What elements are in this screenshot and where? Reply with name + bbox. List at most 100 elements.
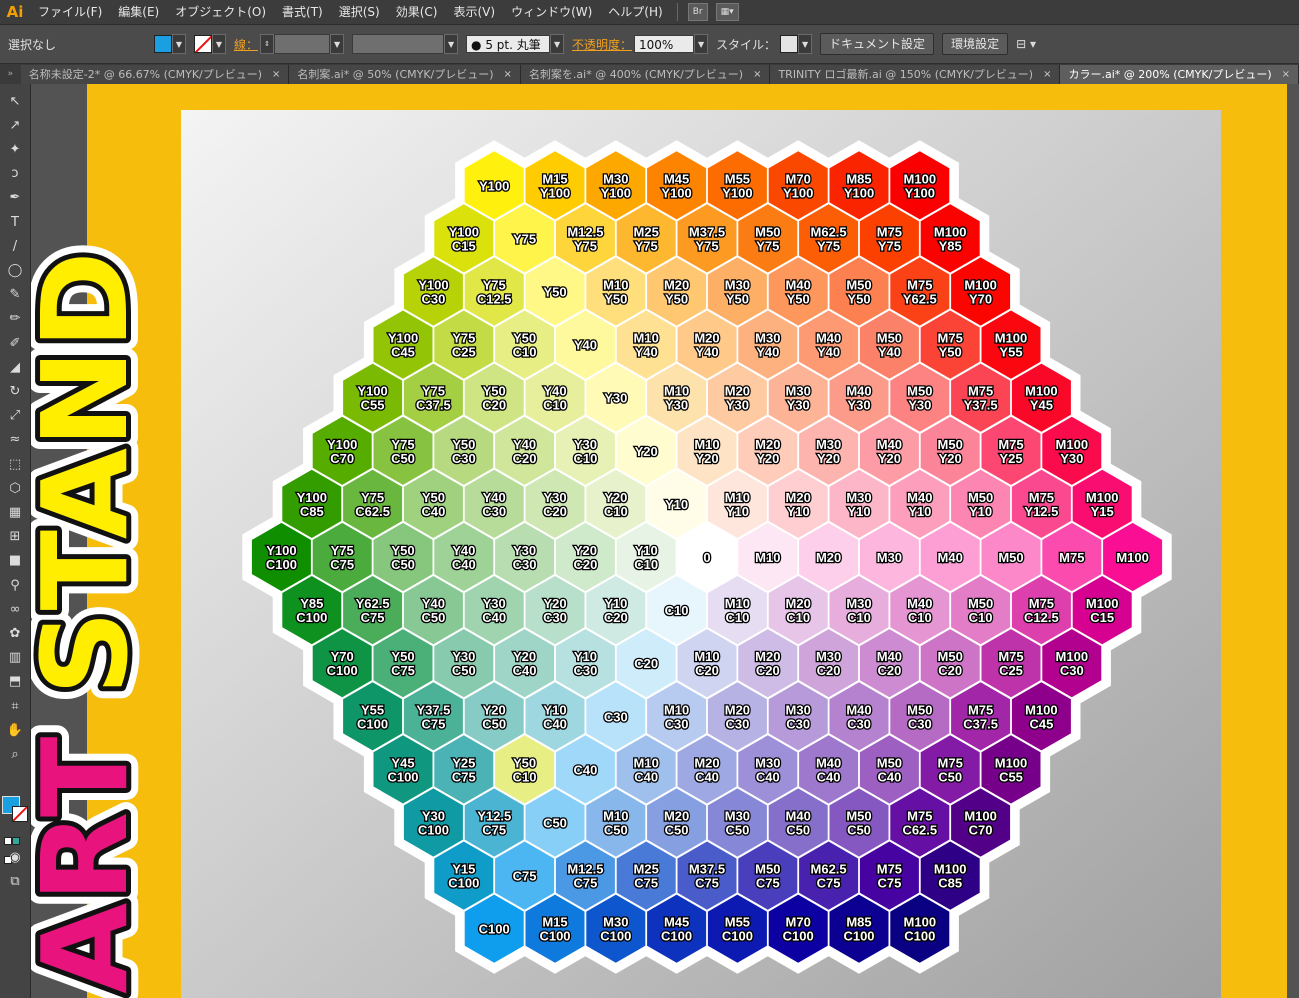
brush-control[interactable]: ● 5 pt. 丸筆 ▼	[466, 34, 565, 54]
gradient-tool-icon[interactable]: ■	[3, 550, 27, 572]
type-tool-icon[interactable]: T	[3, 211, 27, 233]
stroke-label[interactable]: 線：	[234, 36, 258, 53]
opacity-field[interactable]: 100%	[634, 35, 695, 53]
eraser-tool-icon[interactable]: ◢	[3, 356, 27, 378]
menu-item-6[interactable]: 表示(V)	[445, 0, 503, 24]
bridge-button[interactable]: Br	[687, 3, 708, 21]
brush-field[interactable]: ● 5 pt. 丸筆	[466, 35, 551, 53]
blob-brush-tool-icon[interactable]: ✐	[3, 332, 27, 354]
scale-tool-icon[interactable]: ⤢	[3, 405, 27, 427]
hex-label: 0	[703, 550, 710, 565]
menu-item-0[interactable]: ファイル(F)	[30, 0, 110, 24]
document-tab[interactable]: TRINITY ロゴ最新.ai @ 150% (CMYK/プレビュー) ×	[770, 65, 1061, 84]
eyedropper-tool-icon[interactable]: ⚲	[3, 574, 27, 596]
free-transform-tool-icon[interactable]: ⬚	[3, 453, 27, 475]
document-tab[interactable]: 名刺案.ai* @ 50% (CMYK/プレビュー) ×	[289, 65, 521, 84]
pen-tool-icon[interactable]: ✒	[3, 187, 27, 209]
hex-label: M10 C40	[634, 755, 659, 784]
style-swatch[interactable]	[780, 35, 799, 53]
rotate-tool-icon[interactable]: ↻	[3, 380, 27, 402]
zoom-tool-icon[interactable]: ⌕	[3, 743, 27, 765]
hex-label: Y30 C50	[452, 649, 476, 678]
document-settings-button[interactable]: ドキュメント設定	[820, 33, 935, 55]
mesh-tool-icon[interactable]: ⊞	[3, 526, 27, 548]
column-graph-tool-icon[interactable]: ▥	[3, 647, 27, 669]
menu-item-4[interactable]: 選択(S)	[331, 0, 388, 24]
hex-label: M45 C100	[661, 915, 692, 944]
chevron-down-icon[interactable]: ▼	[172, 34, 186, 54]
control-bar: 選択なし ▼ ▼ 線： ⇕ ▼ ▼ ● 5 pt. 丸筆 ▼ 不透明度： 100…	[0, 25, 1299, 64]
close-icon[interactable]: ×	[1043, 65, 1051, 84]
menu-item-3[interactable]: 書式(T)	[274, 0, 331, 24]
opacity-label[interactable]: 不透明度：	[572, 36, 632, 53]
hex-label: M75 C25	[998, 649, 1023, 678]
document-tab[interactable]: 名称未設定-2* @ 66.67% (CMYK/プレビュー) ×	[20, 65, 290, 84]
lasso-tool-icon[interactable]: ↄ	[3, 163, 27, 185]
drawing-mode-icon[interactable]: ◉	[3, 846, 27, 868]
hex-label: Y100 C100	[266, 543, 297, 572]
menu-item-7[interactable]: ウィンドウ(W)	[503, 0, 600, 24]
chevron-down-icon[interactable]: ▼	[444, 34, 459, 54]
line-tool-icon[interactable]: /	[3, 235, 27, 257]
stepper-icon[interactable]: ⇕	[260, 34, 275, 54]
ellipse-tool-icon[interactable]: ◯	[3, 259, 27, 281]
graph-tool-icon[interactable]: ▦	[3, 501, 27, 523]
stroke-weight-field[interactable]	[274, 34, 331, 54]
hex-label: Y75	[513, 231, 536, 246]
magic-wand-tool-icon[interactable]: ✦	[3, 138, 27, 160]
fill-swatch[interactable]	[154, 35, 172, 53]
document-tab[interactable]: カラー.ai* @ 200% (CMYK/プレビュー) ×	[1060, 65, 1299, 84]
toolbox-collapse-icon[interactable]: »	[0, 65, 21, 84]
stroke-color-control[interactable]: ▼	[194, 34, 226, 54]
hex-label: Y10 C40	[543, 702, 567, 731]
hex-label: Y100 C15	[449, 224, 479, 253]
hand-tool-icon[interactable]: ✋	[3, 719, 27, 741]
blend-tool-icon[interactable]: ∞	[3, 598, 27, 620]
close-icon[interactable]: ×	[1282, 65, 1290, 84]
hex-label: M50 C50	[846, 809, 871, 838]
align-options-icon[interactable]: ⊟ ▾	[1016, 37, 1036, 51]
chevron-down-icon[interactable]: ▼	[550, 34, 565, 54]
paintbrush-tool-icon[interactable]: ✎	[3, 284, 27, 306]
shape-builder-tool-icon[interactable]: ⬡	[3, 477, 27, 499]
stroke-none-swatch[interactable]	[194, 35, 212, 53]
style-control[interactable]: ▼	[780, 34, 813, 54]
symbol-sprayer-tool-icon[interactable]: ✿	[3, 622, 27, 644]
stroke-weight-control[interactable]: ⇕ ▼	[260, 34, 345, 54]
menu-item-8[interactable]: ヘルプ(H)	[600, 0, 670, 24]
close-icon[interactable]: ×	[504, 65, 512, 84]
artboard-tool-icon[interactable]: ⬒	[3, 671, 27, 693]
variable-width-control[interactable]: ▼	[352, 34, 459, 54]
chevron-down-icon[interactable]: ▼	[212, 34, 226, 54]
screen-mode-icon[interactable]: ⧉	[3, 870, 27, 892]
direct-selection-tool-icon[interactable]: ↗	[3, 114, 27, 136]
arrange-documents-icon[interactable]: ▦▾	[715, 3, 739, 21]
color-mode-icons[interactable]	[4, 830, 26, 864]
preferences-button[interactable]: 環境設定	[942, 33, 1009, 55]
menu-item-5[interactable]: 効果(C)	[388, 0, 446, 24]
selection-tool-icon[interactable]: ↖	[3, 90, 27, 112]
hex-label: Y30 C10	[573, 437, 597, 466]
pencil-tool-icon[interactable]: ✏	[3, 308, 27, 330]
hex-label: Y100 C70	[327, 437, 357, 466]
hex-label: M100 C70	[964, 809, 997, 838]
close-icon[interactable]: ×	[753, 65, 761, 84]
menu-item-1[interactable]: 編集(E)	[110, 0, 167, 24]
fill-color-control[interactable]: ▼	[154, 34, 186, 54]
hex-label: M10 Y50	[603, 278, 628, 307]
hex-label: Y62.5 C75	[356, 596, 390, 625]
chevron-down-icon[interactable]: ▼	[330, 34, 345, 54]
opacity-control[interactable]: 100% ▼	[634, 34, 709, 54]
app-logo: Ai	[6, 3, 24, 21]
close-icon[interactable]: ×	[272, 65, 280, 84]
slice-tool-icon[interactable]: ⌗	[3, 695, 27, 717]
chevron-down-icon[interactable]: ▼	[694, 34, 709, 54]
style-label: スタイル：	[716, 37, 777, 52]
canvas-area[interactable]: Y100 M15 Y100 M30 Y100 M45 Y100 M55 Y100 M70 Y100 M…	[31, 84, 1299, 998]
chevron-down-icon[interactable]: ▼	[798, 34, 813, 54]
document-tab[interactable]: 名刺案を.ai* @ 400% (CMYK/プレビュー) ×	[520, 65, 771, 84]
menu-item-2[interactable]: オブジェクト(O)	[167, 0, 274, 24]
warp-tool-icon[interactable]: ≈	[3, 429, 27, 451]
stroke-swatch-large[interactable]	[12, 806, 28, 822]
variable-width-field[interactable]	[352, 34, 445, 54]
